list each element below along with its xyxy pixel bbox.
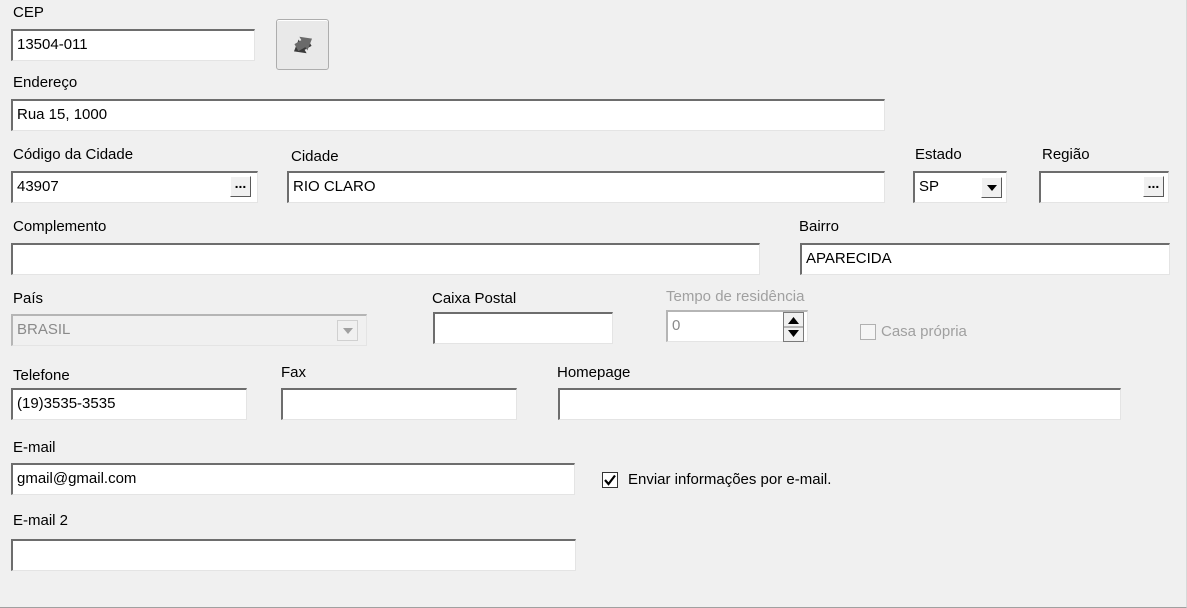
complemento-label: Complemento [13, 218, 107, 235]
casa-propria-checkbox[interactable] [860, 324, 876, 340]
bairro-label: Bairro [799, 218, 840, 235]
email2-input[interactable] [11, 539, 576, 571]
email2-label: E-mail 2 [13, 512, 69, 529]
endereco-input[interactable]: Rua 15, 1000 [11, 99, 885, 131]
fax-label: Fax [281, 364, 307, 381]
arrow-down-icon [788, 330, 799, 337]
caixa-postal-input[interactable] [433, 312, 613, 344]
enviar-info-checkbox[interactable] [602, 472, 618, 488]
codigo-cidade-label: Código da Cidade [13, 146, 134, 163]
pais-select[interactable]: BRASIL [11, 314, 367, 346]
homepage-label: Homepage [557, 364, 631, 381]
codigo-cidade-input[interactable]: 43907 [11, 171, 258, 203]
spin-arrows-icon [784, 317, 803, 337]
swap-arrows-icon [293, 36, 313, 54]
cep-lookup-button[interactable] [276, 19, 329, 70]
pais-label: País [13, 290, 44, 307]
regiao-lookup-button[interactable]: ... [1143, 176, 1164, 197]
bairro-input[interactable]: APARECIDA [800, 243, 1170, 275]
complemento-input[interactable] [11, 243, 760, 275]
estado-label: Estado [915, 146, 962, 163]
cep-label: CEP [13, 4, 44, 21]
casa-propria-label: Casa própria [881, 323, 967, 340]
fax-input[interactable] [281, 388, 517, 420]
email-label: E-mail [13, 439, 56, 456]
address-panel: CEP 13504-011 Endereço Rua 15, 1000 Códi… [0, 0, 1187, 608]
cidade-input[interactable]: RIO CLARO [287, 171, 885, 203]
chevron-down-icon [343, 328, 353, 334]
chevron-down-icon [987, 185, 997, 191]
telefone-input[interactable]: (19)3535-3535 [11, 388, 247, 420]
arrow-up-icon [788, 317, 799, 324]
tempo-residencia-label: Tempo de residência [666, 288, 805, 305]
regiao-label: Região [1042, 146, 1090, 163]
homepage-input[interactable] [558, 388, 1121, 420]
tempo-residencia-spinner[interactable] [783, 312, 804, 342]
enviar-info-label: Enviar informações por e-mail. [628, 471, 832, 488]
caixa-postal-label: Caixa Postal [432, 290, 517, 307]
codigo-cidade-lookup-button[interactable]: ... [230, 176, 251, 197]
cidade-label: Cidade [291, 148, 339, 165]
estado-dropdown-button[interactable] [981, 177, 1002, 198]
telefone-label: Telefone [13, 367, 70, 384]
cep-input[interactable]: 13504-011 [11, 29, 255, 61]
email-input[interactable]: gmail@gmail.com [11, 463, 575, 495]
pais-dropdown-button[interactable] [337, 320, 358, 341]
endereco-label: Endereço [13, 74, 78, 91]
check-icon [604, 474, 616, 486]
